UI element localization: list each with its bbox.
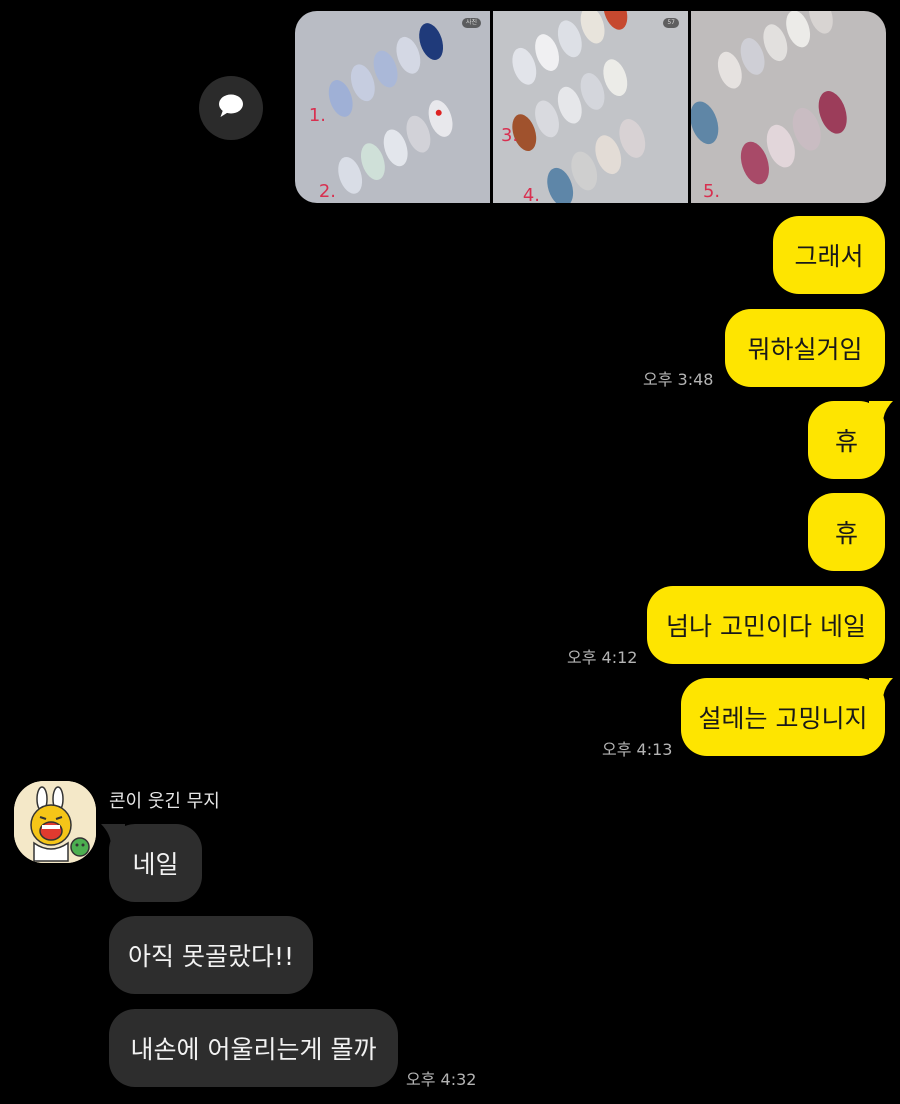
message-timestamp: 오후 4:12 xyxy=(567,648,638,667)
bubble-tail xyxy=(869,401,893,423)
photo-badge: 사진 xyxy=(461,18,481,28)
speech-bubble-icon xyxy=(217,93,245,123)
nail-design-photo-3[interactable]: 5. xyxy=(691,11,886,203)
bubble-tail xyxy=(869,678,893,700)
message-text: 뭐하실거임 xyxy=(747,335,863,364)
image-album: 1. 2. 사진 3. 4. 57 5. xyxy=(295,11,886,203)
share-button[interactable] xyxy=(199,76,263,140)
photo-badge: 57 xyxy=(663,18,679,28)
message-text: 아직 못골랐다!! xyxy=(128,942,294,971)
message-text: 그래서 xyxy=(794,242,864,271)
friend-avatar[interactable] xyxy=(14,781,96,863)
my-message-bubble[interactable]: 뭐하실거임 xyxy=(725,309,885,387)
their-message-bubble[interactable]: 아직 못골랐다!! xyxy=(109,916,313,994)
svg-text:5.: 5. xyxy=(703,181,720,202)
their-message-bubble[interactable]: 네일 xyxy=(101,824,202,902)
my-message-bubble[interactable]: 설레는 고밍니지 xyxy=(681,678,893,756)
message-timestamp: 오후 4:32 xyxy=(406,1070,477,1089)
my-message-bubble[interactable]: 넘나 고민이다 네일 xyxy=(647,586,885,664)
svg-text:1.: 1. xyxy=(309,105,326,126)
my-message-bubble[interactable]: 휴 xyxy=(808,493,885,571)
nail-design-photo-1[interactable]: 1. 2. 사진 xyxy=(295,11,490,203)
svg-text:4.: 4. xyxy=(523,185,540,203)
nail-design-photo-2[interactable]: 3. 4. 57 xyxy=(493,11,688,203)
my-message-bubble[interactable]: 휴 xyxy=(808,401,893,479)
message-text: 설레는 고밍니지 xyxy=(698,704,868,733)
message-text: 넘나 고민이다 네일 xyxy=(666,612,866,641)
message-text: 휴 xyxy=(834,427,858,456)
message-text: 네일 xyxy=(132,850,179,879)
message-timestamp: 오후 4:13 xyxy=(602,740,673,759)
chat-screen: 1. 2. 사진 3. 4. 57 5. 그래서 뭐하실거임 오후 3:48 휴… xyxy=(0,0,900,1104)
message-timestamp: 오후 3:48 xyxy=(643,370,714,389)
message-text: 휴 xyxy=(834,519,858,548)
message-text: 내손에 어울리는게 몰까 xyxy=(130,1035,377,1064)
my-message-bubble[interactable]: 그래서 xyxy=(773,216,885,294)
sender-name: 콘이 웃긴 무지 xyxy=(109,791,220,812)
svg-text:2.: 2. xyxy=(319,181,336,202)
svg-text:3.: 3. xyxy=(501,125,518,146)
their-message-bubble[interactable]: 내손에 어울리는게 몰까 xyxy=(109,1009,398,1087)
bubble-tail xyxy=(101,824,125,846)
